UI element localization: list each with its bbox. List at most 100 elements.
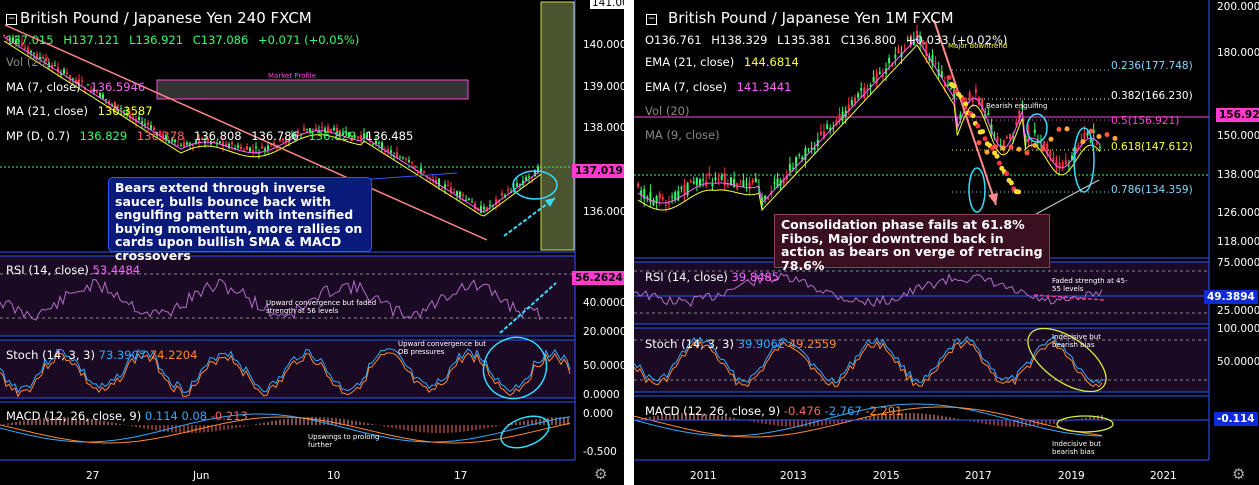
- right-close: C136.800: [840, 33, 897, 47]
- signal-dot: [1000, 145, 1006, 151]
- candle-body: [30, 50, 32, 53]
- signal-dot: [996, 160, 1002, 166]
- candle-body: [751, 179, 754, 183]
- candle-body: [754, 178, 757, 183]
- candle-body: [854, 97, 856, 104]
- right-ema21-value: 144.6814: [743, 55, 799, 69]
- candle-body: [714, 177, 717, 181]
- candle-body: [773, 182, 776, 184]
- left-macd-tick: -0.500: [583, 446, 617, 458]
- candle-body: [1009, 134, 1011, 139]
- annotation-connector: [1035, 179, 1100, 215]
- left-mp-value: 136.829: [79, 129, 128, 143]
- signal-dot: [1004, 171, 1010, 177]
- left-macd-label: MACD (12, 26, close, 9) 0.114 0.08 -0.21…: [6, 409, 248, 423]
- right-rsi-note: Faded strength at 45-55 levels: [1052, 277, 1128, 293]
- candle-body: [872, 76, 875, 82]
- candle-body: [888, 58, 891, 64]
- left-annotation: Bears extend through inverse saucer, bul…: [108, 177, 372, 262]
- signal-dot: [1064, 126, 1070, 132]
- right-ema7-label: EMA (7, close): [645, 80, 727, 94]
- left-macd-v1: 0.114: [144, 409, 178, 423]
- major-downtrend-label: Major downtrend: [948, 42, 1008, 50]
- candle-body: [788, 164, 791, 171]
- signal-dot: [951, 83, 957, 89]
- signal-dot: [1024, 150, 1030, 156]
- candle-body: [974, 89, 977, 93]
- candle-body: [950, 88, 953, 90]
- candle-body: [1095, 143, 1098, 145]
- left-rsi-tag: 56.2624: [572, 271, 624, 285]
- candle-body: [453, 191, 455, 193]
- candle-body: [661, 197, 664, 200]
- candle-body: [402, 157, 404, 159]
- right-ema21: EMA (21, close) 144.6814: [645, 55, 805, 69]
- candle-body: [246, 146, 248, 151]
- candle-body: [483, 206, 485, 210]
- candle-body: [1033, 129, 1036, 134]
- left-change: +0.071 (+0.05%): [257, 33, 360, 47]
- candle-body: [255, 146, 257, 149]
- candle-body: [489, 204, 491, 206]
- candle-body: [996, 136, 999, 142]
- right-rsi-tick: 75.0000: [1217, 257, 1259, 269]
- right-macd-note: Indecisive but bearish bias: [1052, 440, 1101, 456]
- right-x-tick: 2013: [780, 470, 807, 482]
- candle-body: [739, 183, 742, 185]
- candle-body: [147, 122, 149, 126]
- macd-ellipse: [1056, 415, 1114, 433]
- candle-body: [733, 179, 736, 188]
- candle-body: [968, 92, 971, 99]
- candle-body: [720, 175, 723, 180]
- right-price-tick: 126.000: [1217, 207, 1259, 219]
- candle-body: [240, 146, 242, 149]
- right-x-tick: 2021: [1150, 470, 1177, 482]
- left-ohlc: 137.015 H137.121 L136.921 C137.086 +0.07…: [6, 33, 365, 47]
- signal-dot: [1008, 144, 1014, 150]
- candle-body: [414, 165, 416, 168]
- right-low: L135.381: [777, 33, 832, 47]
- left-x-tick: Jun: [193, 470, 210, 482]
- left-macd-name: MACD (12, 26, close, 9): [6, 409, 142, 423]
- bearish-engulfing-label: Bearish engulfing: [986, 102, 1048, 110]
- candle-body: [411, 161, 413, 163]
- downtrend-arrow-head: [988, 193, 998, 205]
- right-x-tick: 2015: [873, 470, 900, 482]
- candle-body: [708, 173, 711, 176]
- left-mp-value: 136.485: [365, 129, 414, 143]
- panel-separator: [624, 0, 634, 485]
- candle-body: [798, 154, 801, 156]
- candle-body: [528, 176, 530, 178]
- candle-body: [372, 143, 374, 145]
- left-ma7-value: 136.5946: [90, 80, 146, 94]
- left-price-top: 141.000: [590, 0, 624, 9]
- candle-body: [237, 145, 239, 148]
- fib-0786: 0.786(134.359): [1111, 184, 1193, 196]
- highlight-band: [540, 1, 575, 251]
- right-ema7: EMA (7, close) 141.3441: [645, 80, 797, 94]
- candle-body: [141, 121, 143, 124]
- left-ma21-label: MA (21, close): [6, 104, 88, 118]
- candle-body: [177, 144, 179, 146]
- left-vol-label: Vol (20): [6, 55, 51, 69]
- candle-body: [180, 144, 182, 147]
- candle-body: [745, 184, 748, 186]
- candle-body: [264, 148, 266, 151]
- candle-body: [420, 168, 422, 173]
- candle-body: [1052, 157, 1055, 161]
- signal-dot: [1080, 139, 1086, 145]
- candle-body: [934, 62, 937, 65]
- left-rsi-name: RSI (14, close): [6, 263, 89, 277]
- candle-body: [671, 196, 674, 198]
- right-stoch-name: Stoch (14, 3, 3): [645, 337, 734, 351]
- settings-gear-icon[interactable]: ⚙: [594, 465, 607, 483]
- right-macd-v3: -2.291: [865, 404, 903, 418]
- collapse-icon[interactable]: −: [6, 14, 17, 25]
- right-rsi-value: 39.8485: [731, 270, 780, 284]
- settings-gear-icon[interactable]: ⚙: [1232, 465, 1245, 483]
- candle-body: [54, 65, 56, 67]
- signal-dot: [1104, 132, 1110, 138]
- candle-body: [1049, 150, 1052, 156]
- collapse-icon[interactable]: −: [646, 14, 657, 25]
- left-stoch-tick: 50.0000: [583, 360, 624, 372]
